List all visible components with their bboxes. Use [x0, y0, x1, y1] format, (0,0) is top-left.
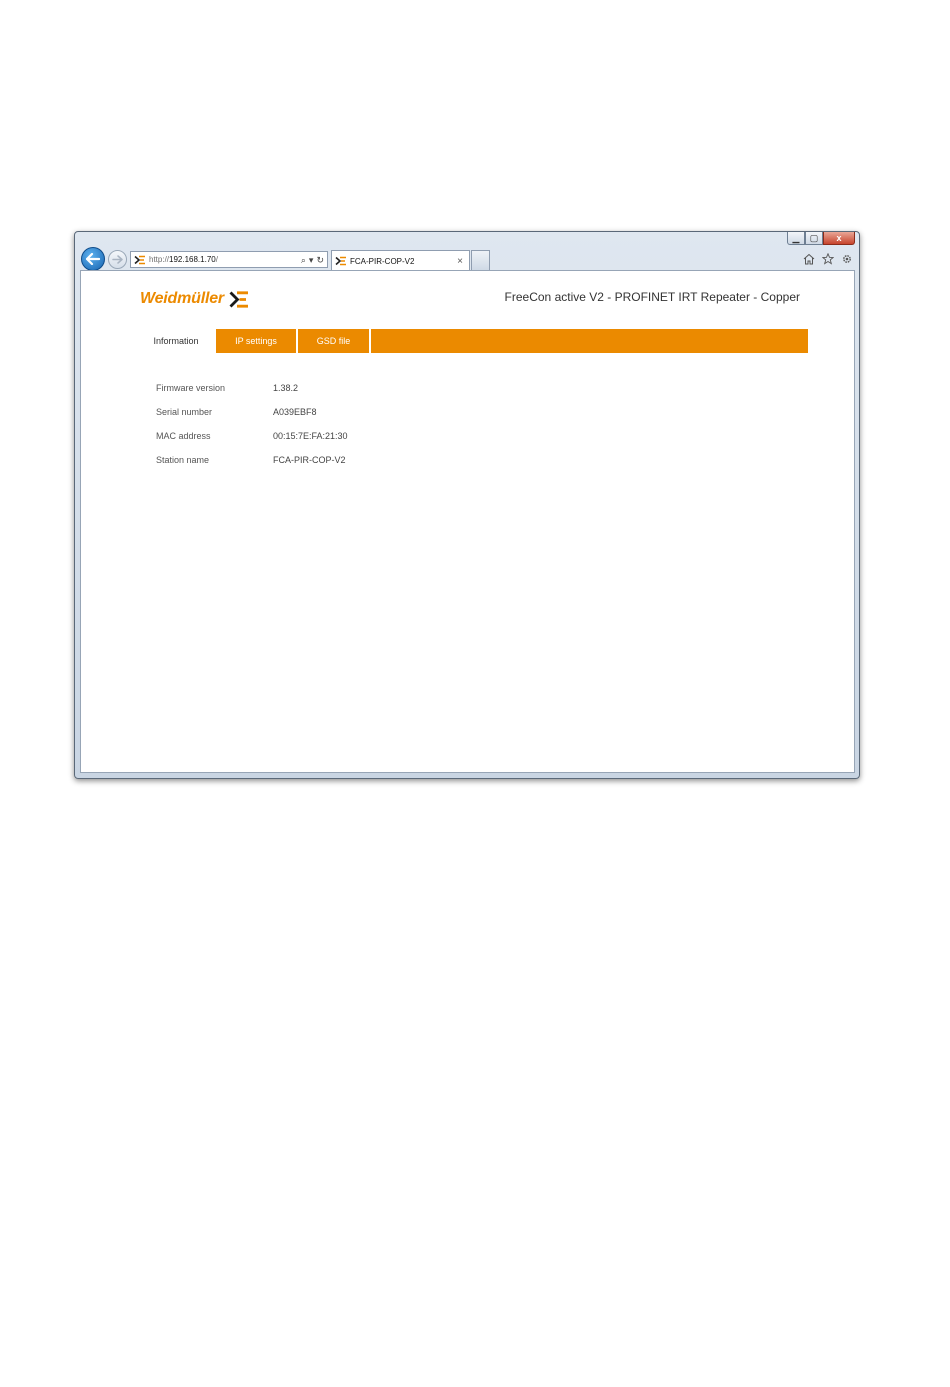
close-window-button[interactable]: x	[823, 232, 855, 245]
info-label: MAC address	[156, 431, 211, 441]
forward-button[interactable]	[108, 250, 127, 269]
info-value: A039EBF8	[273, 407, 317, 417]
url-host: 192.168.1.70	[169, 255, 216, 264]
device-info-table: Firmware version 1.38.2 Serial number A0…	[156, 383, 348, 479]
browser-right-tools	[802, 252, 853, 265]
back-button[interactable]	[81, 247, 105, 271]
new-tab-button[interactable]	[471, 250, 490, 271]
forward-arrow-icon	[112, 255, 123, 264]
brand-name: Weidmüller	[140, 290, 224, 307]
browser-tab[interactable]: FCA-PIR-COP-V2 ×	[331, 250, 470, 271]
product-title: FreeCon active V2 - PROFINET IRT Repeate…	[504, 290, 800, 304]
info-value: FCA-PIR-COP-V2	[273, 455, 346, 465]
info-value: 00:15:7E:FA:21:30	[273, 431, 348, 441]
info-label: Serial number	[156, 407, 213, 417]
tab-information[interactable]: Information	[138, 329, 214, 353]
window-caption-buttons: ▁ ▢ x	[787, 232, 855, 246]
dropdown-icon[interactable]: ▾	[309, 255, 314, 265]
weidmuller-logo-icon	[229, 290, 248, 308]
url-path: /	[215, 255, 218, 264]
info-row-station-name: Station name FCA-PIR-COP-V2	[156, 455, 348, 479]
tab-gsd-file[interactable]: GSD file	[296, 329, 369, 353]
home-icon[interactable]	[802, 252, 815, 265]
info-label: Station name	[156, 455, 210, 465]
page-viewport: Weidmüller FreeCon active V2 - PROFINET …	[80, 270, 855, 773]
tab-ip-settings[interactable]: IP settings	[214, 329, 296, 353]
address-tools: ⌕ ▾ ↻	[301, 255, 327, 265]
weidmuller-favicon-icon	[134, 255, 145, 264]
gear-icon[interactable]	[840, 252, 853, 265]
minimize-button[interactable]: ▁	[787, 232, 805, 245]
tab-close-icon[interactable]: ×	[457, 256, 463, 267]
tab-title: FCA-PIR-COP-V2	[350, 256, 415, 266]
info-row-serial-number: Serial number A039EBF8	[156, 407, 348, 431]
page-tab-bar: Information IP settings GSD file	[138, 329, 808, 353]
browser-window: ▁ ▢ x http:// 192.168.1.70 / ⌕ ▾ ↻ FCA-P…	[74, 231, 860, 779]
info-row-firmware-version: Firmware version 1.38.2	[156, 383, 348, 407]
info-row-mac-address: MAC address 00:15:7E:FA:21:30	[156, 431, 348, 455]
star-icon[interactable]	[821, 252, 834, 265]
info-value: 1.38.2	[273, 383, 299, 393]
info-label: Firmware version	[156, 383, 226, 393]
maximize-button[interactable]: ▢	[805, 232, 823, 245]
back-arrow-icon	[86, 253, 100, 265]
refresh-icon[interactable]: ↻	[316, 255, 324, 265]
weidmuller-favicon-icon	[335, 256, 346, 266]
url-scheme: http://	[149, 255, 170, 264]
search-icon[interactable]: ⌕	[301, 255, 306, 265]
brand-logo: Weidmüller	[140, 290, 249, 308]
tab-bar-fill	[369, 329, 808, 353]
address-bar[interactable]: http:// 192.168.1.70 / ⌕ ▾ ↻	[130, 251, 328, 268]
